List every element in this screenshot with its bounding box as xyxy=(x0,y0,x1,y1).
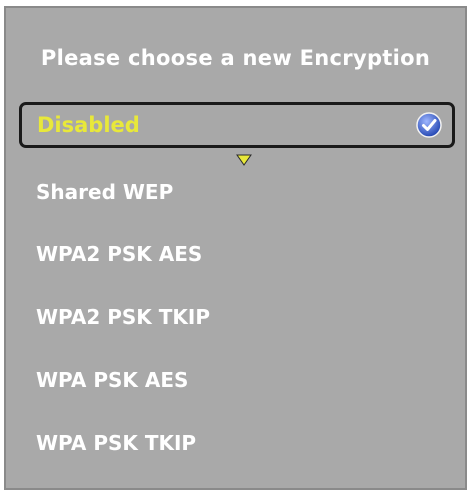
encryption-option-wpa-psk-tkip[interactable]: WPA PSK TKIP xyxy=(36,431,196,455)
encryption-option-wpa-psk-aes[interactable]: WPA PSK AES xyxy=(36,368,188,392)
encryption-option-shared-wep[interactable]: Shared WEP xyxy=(36,180,173,204)
dialog-title: Please choose a new Encryption xyxy=(40,46,431,70)
encryption-option-wpa2-psk-aes[interactable]: WPA2 PSK AES xyxy=(36,242,202,266)
encryption-option-wpa2-psk-tkip[interactable]: WPA2 PSK TKIP xyxy=(36,305,210,329)
checkmark-icon xyxy=(416,112,442,138)
encryption-dialog: Please choose a new Encryption Disabled … xyxy=(4,6,467,490)
encryption-option-disabled[interactable]: Disabled xyxy=(19,102,455,148)
option-label: Disabled xyxy=(37,113,140,137)
triangle-down-icon xyxy=(236,154,252,166)
